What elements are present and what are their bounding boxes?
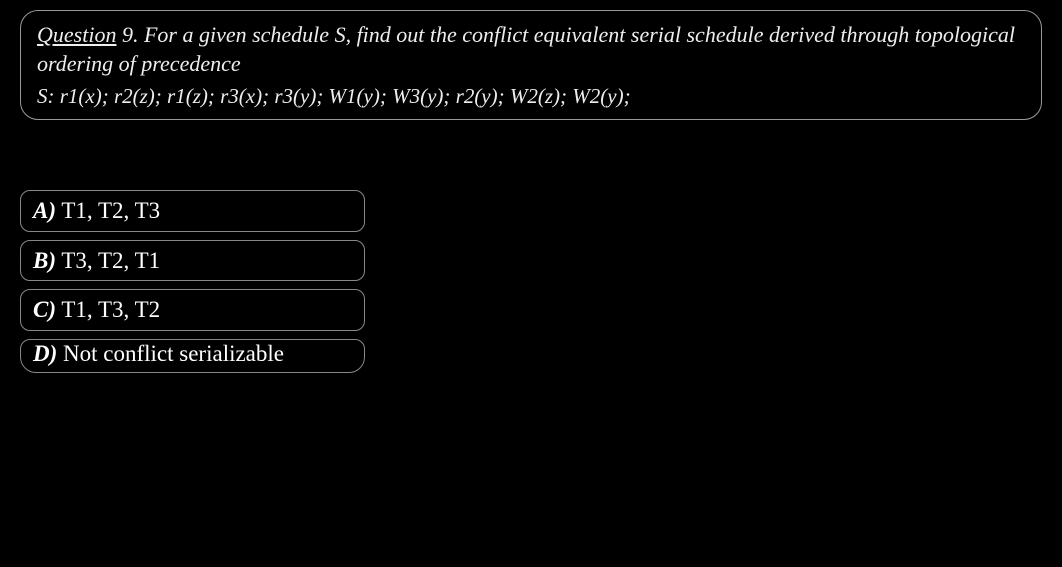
option-letter: A)	[33, 198, 56, 223]
question-label: Question	[37, 22, 116, 47]
option-text: T1, T2, T3	[56, 198, 160, 223]
option-text: T1, T3, T2	[56, 297, 160, 322]
option-text: Not conflict serializable	[57, 341, 284, 366]
question-number: 9.	[122, 22, 139, 47]
option-b[interactable]: B) T3, T2, T1	[20, 240, 365, 282]
options-container: A) T1, T2, T3 B) T3, T2, T1 C) T1, T3, T…	[20, 190, 365, 372]
option-d[interactable]: D) Not conflict serializable	[20, 339, 365, 373]
question-text: For a given schedule S, find out the con…	[37, 22, 1015, 76]
option-letter: B)	[33, 248, 56, 273]
question-box: Question 9. For a given schedule S, find…	[20, 10, 1042, 120]
question-schedule: S: r1(x); r2(z); r1(z); r3(x); r3(y); W1…	[37, 84, 1025, 109]
option-a[interactable]: A) T1, T2, T3	[20, 190, 365, 232]
question-prompt: Question 9. For a given schedule S, find…	[37, 21, 1025, 78]
option-c[interactable]: C) T1, T3, T2	[20, 289, 365, 331]
option-letter: D)	[33, 341, 57, 366]
option-letter: C)	[33, 297, 56, 322]
option-text: T3, T2, T1	[56, 248, 160, 273]
